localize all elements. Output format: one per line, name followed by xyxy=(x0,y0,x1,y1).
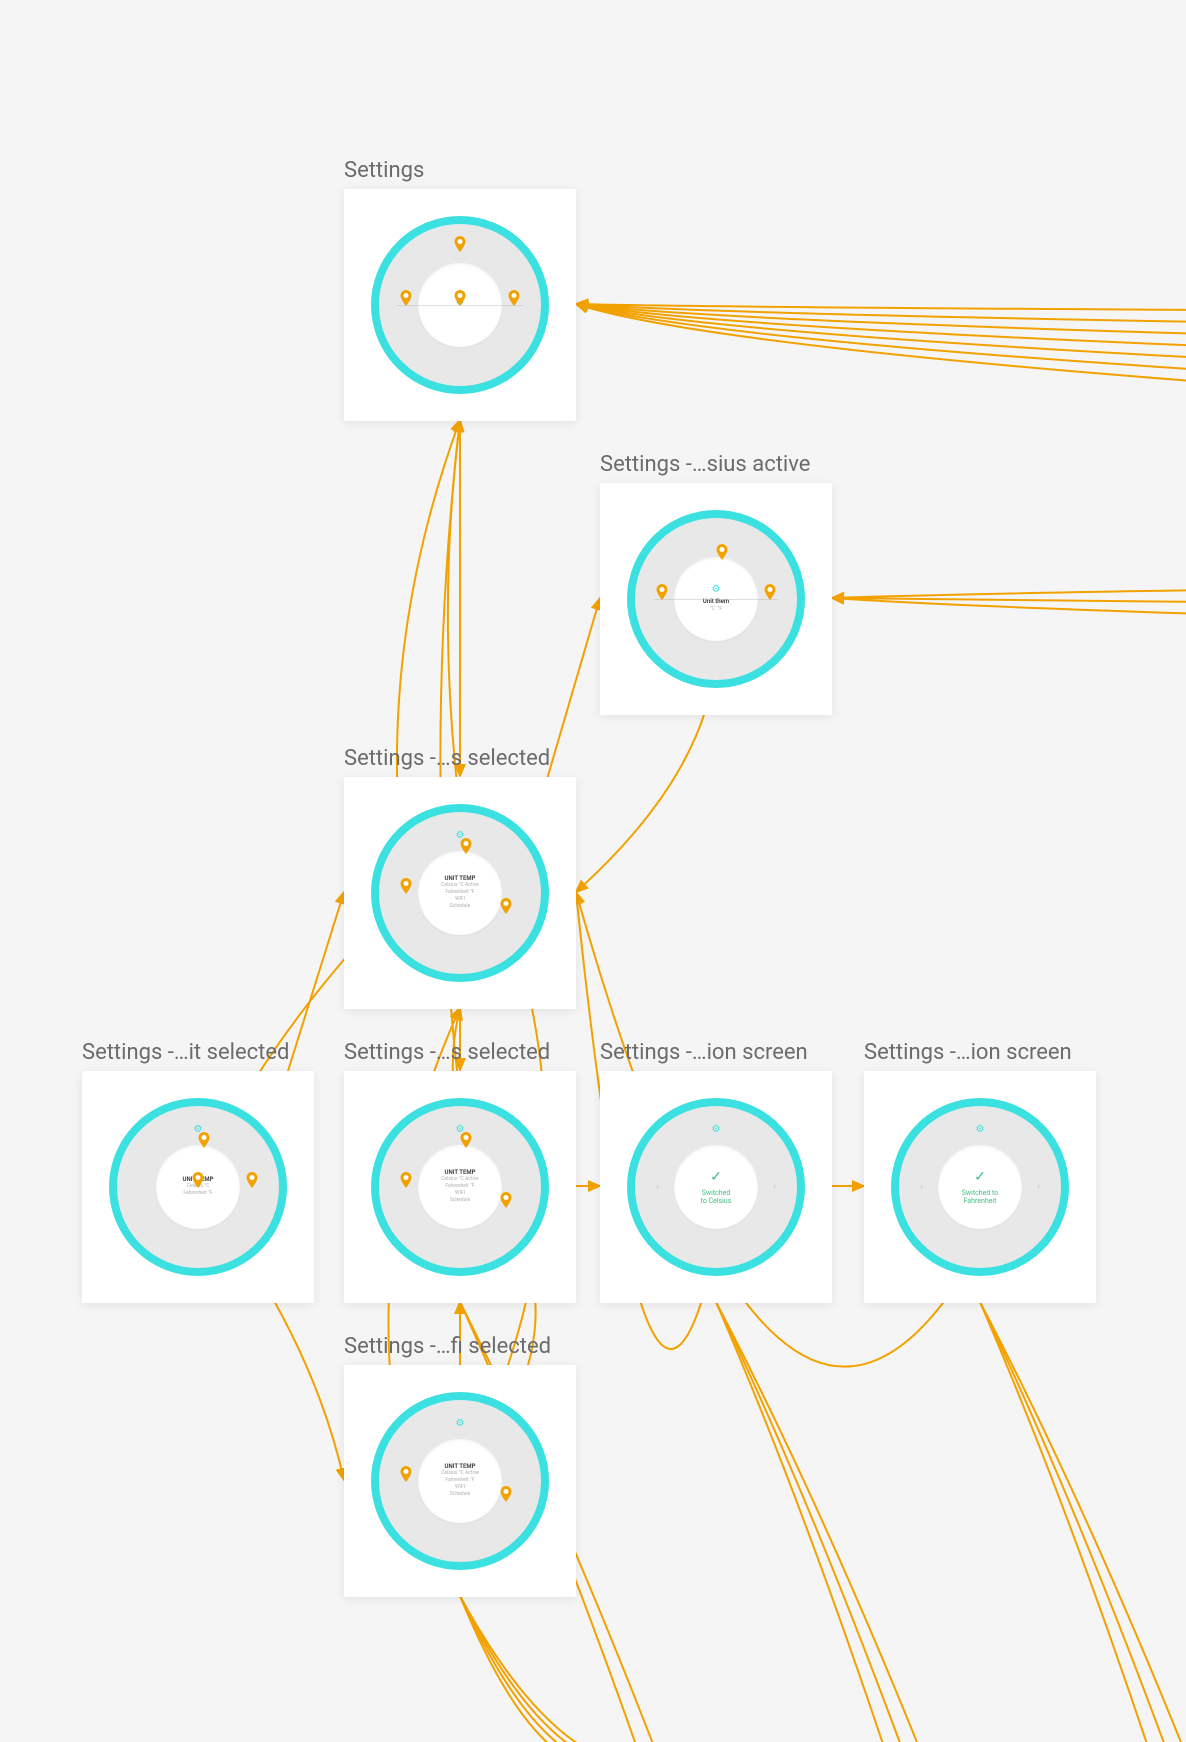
frame-artboard[interactable]: ⚙ xyxy=(344,189,576,421)
face-line: Celsius °C Active xyxy=(441,1470,479,1477)
face-line: Fahrenheit °F xyxy=(445,1183,474,1190)
face-line: Schedule xyxy=(450,1197,470,1204)
face-line: Celsius °C Active xyxy=(441,1176,479,1183)
gear-icon: ⚙ xyxy=(712,585,721,595)
thermostat-dial[interactable]: ⚙ UNIT TEMPCelsius °C ActiveFahrenheit °F… xyxy=(371,804,549,982)
confirm-text: Switchedto Celsius xyxy=(701,1189,732,1206)
thermostat-dial[interactable]: ⚙ ✓ Switched toFahrenheit ‹ › xyxy=(891,1098,1069,1276)
face-line: WIFI xyxy=(455,896,465,903)
face-title: Unit them xyxy=(703,599,729,606)
check-icon: ✓ xyxy=(974,1169,986,1185)
frame-settings[interactable]: Settings ⚙ xyxy=(344,158,576,421)
frame-fi_selected[interactable]: Settings -…fi selected ⚙ UNIT TEMPCelsius … xyxy=(344,1334,576,1597)
dial-face[interactable]: UNIT TEMPCelsius °C ActiveFahrenheit °FW… xyxy=(418,851,502,935)
frame-artboard[interactable]: ⚙ ✓ Switched toFahrenheit ‹ › xyxy=(864,1071,1096,1303)
frame-it_selected[interactable]: Settings -…it selected ⚙ UNIT TEMPCelsius … xyxy=(82,1040,314,1303)
gear-icon: ⚙ xyxy=(194,1124,203,1135)
frame-artboard[interactable]: ⚙ UNIT TEMPCelsius °C ActiveFahrenheit °F… xyxy=(344,1071,576,1303)
confirm-text: Switched toFahrenheit xyxy=(962,1189,999,1206)
face-line: Fahrenheit °F xyxy=(445,889,474,896)
frame-artboard[interactable]: ⚙ UNIT TEMPCelsius °C ActiveFahrenheit °F… xyxy=(344,1365,576,1597)
face-line: Schedule xyxy=(450,903,470,910)
face-line: Celsius °C xyxy=(187,1183,210,1190)
thermostat-dial[interactable]: ⚙ Unit them°C °F xyxy=(627,510,805,688)
frame-label: Settings -…ion screen xyxy=(600,1040,832,1065)
frame-s_selected_a[interactable]: Settings -…s selected ⚙ UNIT TEMPCelsius °… xyxy=(344,746,576,1009)
gear-icon: ⚙ xyxy=(456,1418,465,1429)
frame-sius_active[interactable]: Settings -…sius active ⚙ Unit them°C °F xyxy=(600,452,832,715)
thermostat-dial[interactable]: ⚙ UNIT TEMPCelsius °C ActiveFahrenheit °F… xyxy=(371,1098,549,1276)
face-line: WIFI xyxy=(455,1484,465,1491)
chevron-left-icon: ‹ xyxy=(656,1182,659,1193)
thermostat-dial[interactable]: ⚙ UNIT TEMPCelsius °C ActiveFahrenheit °F… xyxy=(371,1392,549,1570)
gear-icon: ⚙ xyxy=(976,1124,985,1135)
face-line: Fahrenheit °F xyxy=(183,1190,212,1197)
chevron-right-icon: › xyxy=(1037,1182,1040,1193)
dial-divider xyxy=(653,599,779,600)
frame-artboard[interactable]: ⚙ ✓ Switchedto Celsius ‹ › xyxy=(600,1071,832,1303)
frame-ion_screen_b[interactable]: Settings -…ion screen ⚙ ✓ Switched toFahren… xyxy=(864,1040,1096,1303)
prototype-canvas[interactable]: Settings ⚙ Settings -…sius active ⚙ Unit the… xyxy=(0,0,1186,1742)
face-heading: UNIT TEMP xyxy=(445,1464,476,1471)
face-line: Fahrenheit °F xyxy=(445,1477,474,1484)
gear-icon: ⚙ xyxy=(456,298,465,308)
face-line: Celsius °C Active xyxy=(441,882,479,889)
dial-face[interactable]: ✓Switched toFahrenheit‹› xyxy=(938,1145,1022,1229)
dial-face[interactable]: UNIT TEMPCelsius °CFahrenheit °F xyxy=(156,1145,240,1229)
frame-label: Settings xyxy=(344,158,576,183)
chevron-left-icon: ‹ xyxy=(920,1182,923,1193)
face-heading: UNIT TEMP xyxy=(445,1170,476,1177)
thermostat-dial[interactable]: ⚙ ✓ Switchedto Celsius ‹ › xyxy=(627,1098,805,1276)
chevron-right-icon: › xyxy=(773,1182,776,1193)
frame-label: Settings -…sius active xyxy=(600,452,832,477)
frame-label: Settings -…ion screen xyxy=(864,1040,1096,1065)
frame-ion_screen_a[interactable]: Settings -…ion screen ⚙ ✓ Switchedto Celsiu… xyxy=(600,1040,832,1303)
gear-icon: ⚙ xyxy=(456,1124,465,1135)
face-heading: UNIT TEMP xyxy=(445,876,476,883)
frame-label: Settings -…s selected xyxy=(344,1040,576,1065)
face-line: Schedule xyxy=(450,1491,470,1498)
dial-face[interactable]: UNIT TEMPCelsius °C ActiveFahrenheit °FW… xyxy=(418,1145,502,1229)
dial-face[interactable]: UNIT TEMPCelsius °C ActiveFahrenheit °FW… xyxy=(418,1439,502,1523)
frames-layer: Settings ⚙ Settings -…sius active ⚙ Unit the… xyxy=(0,0,1186,1742)
gear-icon: ⚙ xyxy=(712,1124,721,1135)
frame-label: Settings -…it selected xyxy=(82,1040,314,1065)
frame-artboard[interactable]: ⚙ UNIT TEMPCelsius °C ActiveFahrenheit °F… xyxy=(344,777,576,1009)
frame-artboard[interactable]: ⚙ UNIT TEMPCelsius °CFahrenheit °F xyxy=(82,1071,314,1303)
dial-face[interactable]: ✓Switchedto Celsius‹› xyxy=(674,1145,758,1229)
face-heading: UNIT TEMP xyxy=(183,1177,214,1184)
face-line: WIFI xyxy=(455,1190,465,1197)
frame-artboard[interactable]: ⚙ Unit them°C °F xyxy=(600,483,832,715)
frame-label: Settings -…s selected xyxy=(344,746,576,771)
thermostat-dial[interactable]: ⚙ xyxy=(371,216,549,394)
dial-divider xyxy=(397,305,523,306)
frame-label: Settings -…fi selected xyxy=(344,1334,576,1359)
check-icon: ✓ xyxy=(710,1169,722,1185)
face-option: °C °F xyxy=(710,606,722,613)
frame-s_selected_b[interactable]: Settings -…s selected ⚙ UNIT TEMPCelsius °… xyxy=(344,1040,576,1303)
gear-icon: ⚙ xyxy=(456,830,465,841)
thermostat-dial[interactable]: ⚙ UNIT TEMPCelsius °CFahrenheit °F xyxy=(109,1098,287,1276)
